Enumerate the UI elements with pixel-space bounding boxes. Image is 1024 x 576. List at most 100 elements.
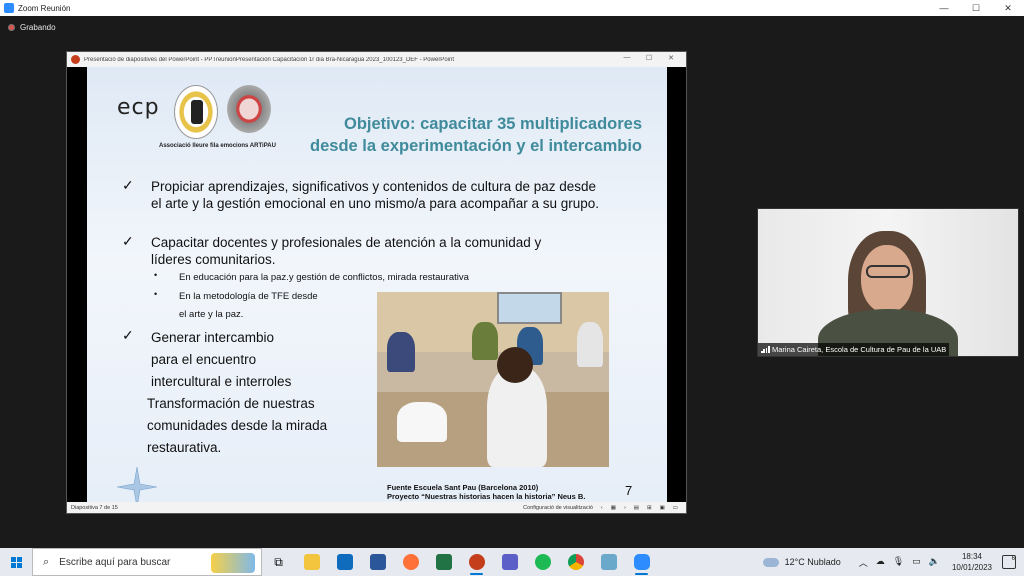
sub-bullet-2-line-2: el arte y la paz. bbox=[179, 309, 244, 320]
slide-heading: Objetivo: capacitar 35 multiplicadores d… bbox=[282, 113, 642, 157]
task-view-icon[interactable]: ⧉ bbox=[262, 548, 295, 576]
zoom-taskbar-icon[interactable] bbox=[625, 548, 658, 576]
bullet-3-line-2: para el encuentro bbox=[151, 352, 257, 367]
cloud-icon bbox=[762, 557, 779, 567]
teams-icon[interactable] bbox=[493, 548, 526, 576]
bullet-2-line-2: líderes comunitarios. bbox=[151, 252, 276, 267]
heading-line-2: desde la experimentación y el intercambi… bbox=[310, 137, 642, 155]
caption-line-2: Proyecto “Nuestras historias hacen la hi… bbox=[387, 492, 586, 501]
powerpoint-icon bbox=[71, 55, 80, 64]
powerpoint-taskbar-icon[interactable] bbox=[460, 548, 493, 576]
search-icon: ⌕ bbox=[43, 555, 50, 568]
bullet-3-cont-3: restaurativa. bbox=[147, 440, 222, 455]
close-button[interactable]: ✕ bbox=[992, 3, 1024, 14]
spotify-icon[interactable] bbox=[526, 548, 559, 576]
bullet-1: Propiciar aprendizajes, significativos y… bbox=[151, 178, 641, 212]
weather-widget[interactable]: 12°C Nublado bbox=[762, 557, 841, 567]
slide-sorter-icon[interactable]: ⊞ bbox=[647, 505, 652, 511]
participant-name-label: Marina Caireta, Escola de Cultura de Pau… bbox=[758, 343, 950, 356]
chrome-icon[interactable] bbox=[559, 548, 592, 576]
slide: ecp Associació lleure fila emocions ARTi… bbox=[87, 67, 667, 502]
bullet-3-line-3: intercultural e interroles bbox=[151, 374, 292, 389]
ppt-minimize-button[interactable]: — bbox=[616, 54, 638, 62]
microphone-icon[interactable]: 🎙 bbox=[893, 556, 904, 569]
bullet-3: Generar intercambio para el encuentro in… bbox=[151, 327, 291, 393]
slide-counter: Diapositiva 7 de 15 bbox=[71, 504, 118, 511]
participant-video[interactable]: Marina Caireta, Escola de Cultura de Pau… bbox=[757, 208, 1019, 357]
artipau-logo bbox=[227, 85, 271, 133]
reading-view-icon[interactable]: ▣ bbox=[660, 505, 665, 511]
firefox-icon[interactable] bbox=[394, 548, 427, 576]
sub-bullet-dot: • bbox=[154, 270, 158, 280]
participant-name: Marina Caireta, Escola de Cultura de Pau… bbox=[772, 345, 947, 354]
maximize-button[interactable]: ☐ bbox=[960, 3, 992, 14]
associacio-logo bbox=[174, 85, 218, 139]
powerpoint-title: Presentació de diapositives del PowerPoi… bbox=[84, 56, 454, 63]
ppt-maximize-button[interactable]: ☐ bbox=[638, 54, 660, 62]
normal-view-icon[interactable]: ▤ bbox=[634, 505, 639, 511]
recording-label: Grabando bbox=[20, 23, 56, 32]
caption-line-1: Fuente Escuela Sant Pau (Barcelona 2010) bbox=[387, 483, 539, 492]
bullet-3-cont-1: Transformación de nuestras bbox=[147, 396, 315, 411]
start-button[interactable] bbox=[0, 548, 32, 576]
clock-time: 18:34 bbox=[961, 552, 982, 561]
signal-strength-icon bbox=[761, 346, 770, 353]
meeting-area: Grabando Presentació de diapositives del… bbox=[0, 16, 1024, 548]
search-placeholder: Escribe aquí para buscar bbox=[59, 556, 171, 568]
check-icon: ✓ bbox=[122, 327, 134, 343]
classroom-photo bbox=[377, 292, 609, 467]
system-tray: 12°C Nublado ︿ ☁ 🎙 ▭ 🔈 18:34 10/01/2023 … bbox=[762, 548, 1024, 576]
excel-icon[interactable] bbox=[427, 548, 460, 576]
bullet-2-line-1: Capacitar docentes y profesionales de at… bbox=[151, 235, 542, 250]
search-highlight-illustration bbox=[211, 553, 255, 573]
bullet-3-line-1: Generar intercambio bbox=[151, 330, 275, 345]
ecp-logo: ecp bbox=[117, 95, 160, 120]
taskbar-search[interactable]: ⌕ Escribe aquí para buscar bbox=[32, 548, 262, 576]
chevron-up-icon[interactable]: ︿ bbox=[859, 556, 868, 569]
notifications-icon[interactable]: 6 bbox=[1002, 555, 1016, 569]
network-icon[interactable]: ▭ bbox=[912, 556, 921, 569]
windows-taskbar: ⌕ Escribe aquí para buscar ⧉ 12°C Nublad… bbox=[0, 548, 1024, 576]
minimize-button[interactable]: — bbox=[928, 3, 960, 14]
bullet-3-continuation: Transformación de nuestras comunidades d… bbox=[147, 393, 327, 459]
recording-indicator[interactable]: Grabando bbox=[8, 23, 56, 32]
bullet-2: Capacitar docentes y profesionales de at… bbox=[151, 234, 641, 268]
recording-dot-icon bbox=[8, 24, 15, 31]
star-decoration-icon bbox=[117, 467, 157, 502]
check-icon: ✓ bbox=[122, 177, 134, 193]
onedrive-icon[interactable]: ☁ bbox=[876, 556, 885, 569]
bullet-3-cont-2: comunidades desde la mirada bbox=[147, 418, 328, 433]
speaker-icon[interactable]: 🔈 bbox=[929, 556, 940, 569]
powerpoint-statusbar: Diapositiva 7 de 15 Configuració de visu… bbox=[67, 502, 686, 513]
clock-date: 10/01/2023 bbox=[951, 563, 992, 572]
heading-line-1: Objetivo: capacitar 35 multiplicadores bbox=[343, 115, 642, 133]
slideshow-icon[interactable]: ▭ bbox=[673, 505, 678, 511]
ppt-close-button[interactable]: ✕ bbox=[660, 54, 682, 62]
bullet-1-line-2: el arte y la gestión emocional en uno mi… bbox=[151, 196, 600, 211]
sub-bullet-2-line-1: En la metodología de TFE desde bbox=[179, 291, 318, 302]
app-icon[interactable] bbox=[592, 548, 625, 576]
clock[interactable]: 18:34 10/01/2023 bbox=[952, 551, 992, 573]
bullet-1-line-1: Propiciar aprendizajes, significativos y… bbox=[151, 179, 597, 194]
powerpoint-titlebar: Presentació de diapositives del PowerPoi… bbox=[67, 52, 686, 67]
zoom-titlebar: Zoom Reunión — ☐ ✕ bbox=[0, 0, 1024, 16]
outlook-icon[interactable] bbox=[328, 548, 361, 576]
sub-bullet-dot: • bbox=[154, 289, 158, 299]
display-settings-button[interactable]: Configuració de visualització bbox=[523, 505, 593, 511]
zoom-app-icon bbox=[4, 3, 14, 13]
word-icon[interactable] bbox=[361, 548, 394, 576]
weather-text: 12°C Nublado bbox=[784, 557, 841, 567]
file-explorer-icon[interactable] bbox=[295, 548, 328, 576]
slide-menu-icon[interactable]: ▦ bbox=[611, 505, 616, 511]
logo-caption: Associació lleure fila emocions ARTiPAU bbox=[159, 143, 276, 149]
window-title: Zoom Reunión bbox=[18, 3, 71, 13]
windows-logo-icon bbox=[10, 556, 22, 568]
shared-powerpoint-window: Presentació de diapositives del PowerPoi… bbox=[66, 51, 687, 514]
photo-caption: Fuente Escuela Sant Pau (Barcelona 2010)… bbox=[387, 483, 585, 501]
slide-page-number: 7 bbox=[625, 483, 633, 498]
next-slide-icon[interactable]: › bbox=[624, 505, 626, 511]
previous-slide-icon[interactable]: ‹ bbox=[601, 505, 603, 511]
sub-bullet-2: En la metodología de TFE desde el arte y… bbox=[179, 288, 318, 324]
check-icon: ✓ bbox=[122, 233, 134, 249]
sub-bullet-1: En educación para la paz.y gestión de co… bbox=[179, 272, 469, 283]
